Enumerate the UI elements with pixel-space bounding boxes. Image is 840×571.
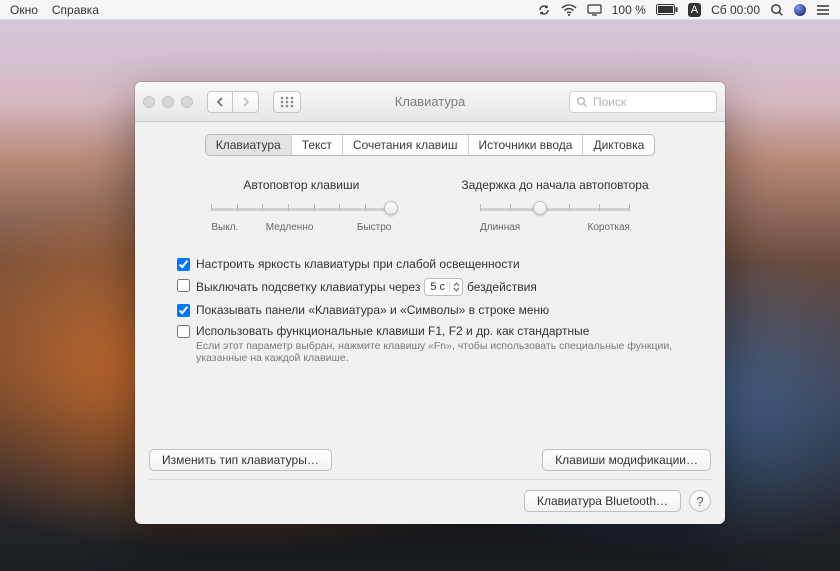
minimize-button[interactable] bbox=[162, 96, 174, 108]
key-repeat-slider[interactable] bbox=[211, 200, 391, 218]
tabs: Клавиатура Текст Сочетания клавиш Источн… bbox=[205, 134, 656, 156]
input-source-badge[interactable]: А bbox=[688, 3, 701, 17]
checkbox-auto-brightness[interactable] bbox=[177, 258, 190, 271]
show-all-button[interactable] bbox=[273, 91, 301, 113]
preferences-window: Клавиатура Поиск Клавиатура Текст Сочета… bbox=[135, 82, 725, 524]
help-button[interactable]: ? bbox=[689, 490, 711, 512]
forward-button[interactable] bbox=[233, 91, 259, 113]
modifier-keys-button[interactable]: Клавиши модификации… bbox=[542, 449, 711, 471]
close-button[interactable] bbox=[143, 96, 155, 108]
delay-slider-block: Задержка до начала автоповтора Длинная К… bbox=[461, 178, 648, 233]
search-field[interactable]: Поиск bbox=[569, 91, 717, 113]
sync-icon[interactable] bbox=[537, 0, 551, 20]
option-fn-keys-label: Использовать функциональные клавиши F1, … bbox=[196, 324, 676, 338]
tab-input-sources[interactable]: Источники ввода bbox=[469, 135, 584, 155]
zoom-button[interactable] bbox=[181, 96, 193, 108]
backlight-timeout-value: 5 с bbox=[430, 281, 449, 293]
option-auto-brightness[interactable]: Настроить яркость клавиатуры при слабой … bbox=[177, 257, 701, 271]
option-fn-keys-hint: Если этот параметр выбран, нажмите клави… bbox=[196, 340, 676, 364]
search-icon bbox=[576, 96, 588, 108]
stepper-down-icon[interactable] bbox=[453, 287, 460, 292]
siri-icon[interactable] bbox=[794, 0, 806, 20]
key-repeat-slider-block: Автоповтор клавиши Выкл. Медленно Быстро bbox=[211, 178, 391, 233]
delay-title: Задержка до начала автоповтора bbox=[461, 178, 648, 192]
slider1-label-slow: Медленно bbox=[266, 222, 314, 233]
slider1-label-fast: Быстро bbox=[357, 222, 391, 233]
spotlight-icon[interactable] bbox=[770, 0, 784, 20]
menu-window[interactable]: Окно bbox=[10, 3, 38, 17]
notification-center-icon[interactable] bbox=[816, 0, 830, 20]
change-keyboard-type-button[interactable]: Изменить тип клавиатуры… bbox=[149, 449, 332, 471]
battery-percent[interactable]: 100 % bbox=[612, 3, 646, 17]
search-placeholder: Поиск bbox=[593, 95, 626, 109]
tab-shortcuts[interactable]: Сочетания клавиш bbox=[343, 135, 469, 155]
slider1-label-off: Выкл. bbox=[211, 222, 238, 233]
tab-keyboard[interactable]: Клавиатура bbox=[206, 135, 292, 155]
clock[interactable]: Сб 00:00 bbox=[711, 3, 760, 17]
checkbox-backlight-off[interactable] bbox=[177, 279, 190, 292]
option-backlight-off: Выключать подсветку клавиатуры через 5 с… bbox=[177, 278, 701, 296]
option-fn-keys: Использовать функциональные клавиши F1, … bbox=[177, 324, 701, 364]
back-button[interactable] bbox=[207, 91, 233, 113]
slider2-label-short: Короткая bbox=[588, 222, 630, 233]
display-icon[interactable] bbox=[587, 0, 602, 20]
mac-menubar: Окно Справка 100 % А Сб 00:00 bbox=[0, 0, 840, 20]
tab-dictation[interactable]: Диктовка bbox=[583, 135, 654, 155]
slider2-label-long: Длинная bbox=[480, 222, 520, 233]
backlight-timeout-stepper[interactable]: 5 с bbox=[424, 278, 463, 296]
tab-text[interactable]: Текст bbox=[292, 135, 343, 155]
option-auto-brightness-label: Настроить яркость клавиатуры при слабой … bbox=[196, 257, 520, 271]
wifi-icon[interactable] bbox=[561, 0, 577, 20]
checkbox-show-panels[interactable] bbox=[177, 304, 190, 317]
battery-icon[interactable] bbox=[656, 0, 678, 20]
titlebar: Клавиатура Поиск bbox=[135, 82, 725, 122]
key-repeat-title: Автоповтор клавиши bbox=[243, 178, 359, 192]
option-show-menubar-panels[interactable]: Показывать панели «Клавиатура» и «Символ… bbox=[177, 303, 701, 317]
nav-back-forward bbox=[207, 91, 259, 113]
traffic-lights bbox=[143, 96, 193, 108]
option-backlight-off-pre: Выключать подсветку клавиатуры через bbox=[196, 280, 420, 294]
delay-slider[interactable] bbox=[480, 200, 630, 218]
checkbox-fn-keys[interactable] bbox=[177, 325, 190, 338]
menu-help[interactable]: Справка bbox=[52, 3, 99, 17]
option-show-panels-label: Показывать панели «Клавиатура» и «Символ… bbox=[196, 303, 549, 317]
option-backlight-off-post: бездействия bbox=[467, 280, 537, 294]
bluetooth-keyboard-button[interactable]: Клавиатура Bluetooth… bbox=[524, 490, 681, 512]
